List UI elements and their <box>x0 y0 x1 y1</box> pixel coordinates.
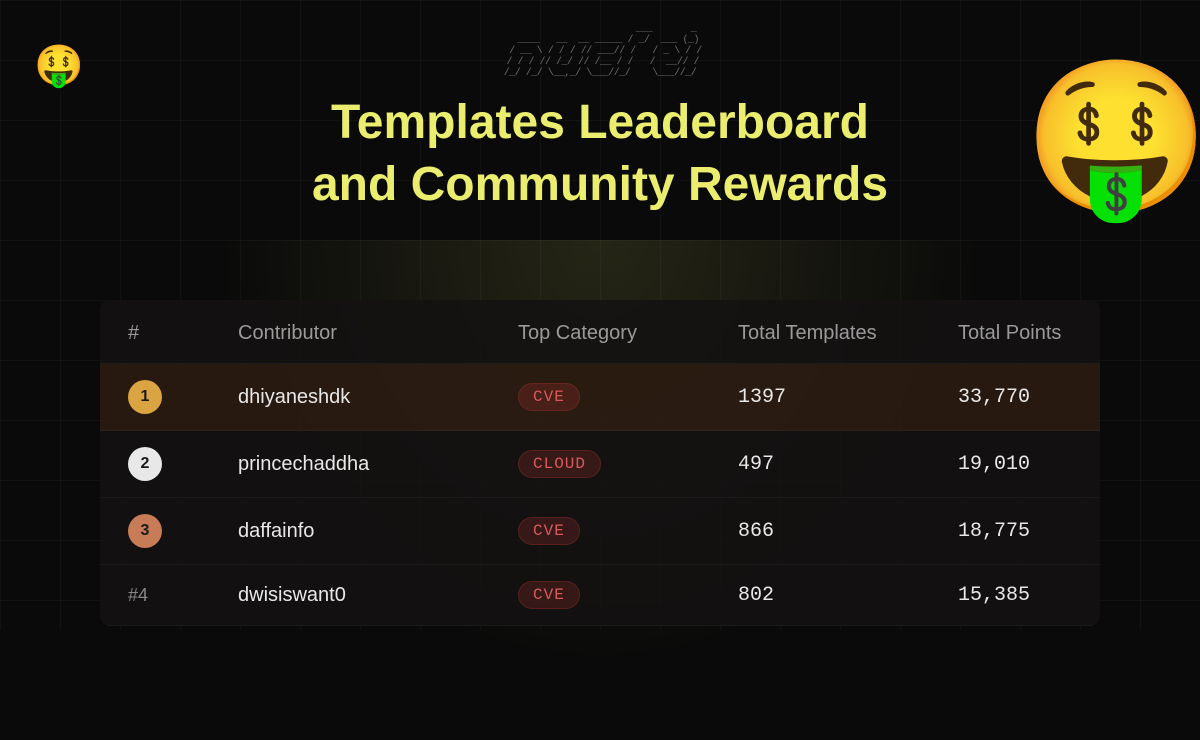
category-pill: CVE <box>518 517 580 545</box>
contributor-name: princechaddha <box>238 453 518 476</box>
rank-number: #4 <box>128 585 238 606</box>
page-title: Templates Leaderboard and Community Rewa… <box>150 92 1050 217</box>
money-face-emoji-large: 🤑 <box>1023 50 1200 226</box>
header-contributor: Contributor <box>238 322 518 345</box>
category-pill: CLOUD <box>518 450 601 478</box>
rank-badge-bronze: 3 <box>128 514 162 548</box>
title-line-1: Templates Leaderboard <box>331 96 869 149</box>
total-templates: 802 <box>738 584 958 607</box>
header-category: Top Category <box>518 322 738 345</box>
rank-badge-silver: 2 <box>128 447 162 481</box>
total-points: 19,010 <box>958 453 1100 476</box>
contributor-name: dwisiswant0 <box>238 584 518 607</box>
total-points: 15,385 <box>958 584 1100 607</box>
table-row: 3 daffainfo CVE 866 18,775 <box>100 498 1100 565</box>
table-row: 2 princechaddha CLOUD 497 19,010 <box>100 431 1100 498</box>
title-line-2: and Community Rewards <box>312 158 888 211</box>
total-templates: 497 <box>738 453 958 476</box>
header-templates: Total Templates <box>738 322 958 345</box>
contributor-name: dhiyaneshdk <box>238 386 518 409</box>
total-points: 18,775 <box>958 520 1100 543</box>
leaderboard-table: # Contributor Top Category Total Templat… <box>100 300 1100 626</box>
total-templates: 866 <box>738 520 958 543</box>
table-row: 1 dhiyaneshdk CVE 1397 33,770 <box>100 364 1100 431</box>
header-rank: # <box>128 322 238 345</box>
total-points: 33,770 <box>958 386 1100 409</box>
money-face-emoji-small: 🤑 <box>34 42 84 89</box>
nuclei-ascii-logo: ___ _ ____ __ __ _____ / _/ ___ (_) / __… <box>498 24 702 79</box>
rank-badge-gold: 1 <box>128 380 162 414</box>
table-row: #4 dwisiswant0 CVE 802 15,385 <box>100 565 1100 626</box>
header-points: Total Points <box>958 322 1100 345</box>
category-pill: CVE <box>518 383 580 411</box>
total-templates: 1397 <box>738 386 958 409</box>
table-header-row: # Contributor Top Category Total Templat… <box>100 300 1100 364</box>
category-pill: CVE <box>518 581 580 609</box>
contributor-name: daffainfo <box>238 520 518 543</box>
